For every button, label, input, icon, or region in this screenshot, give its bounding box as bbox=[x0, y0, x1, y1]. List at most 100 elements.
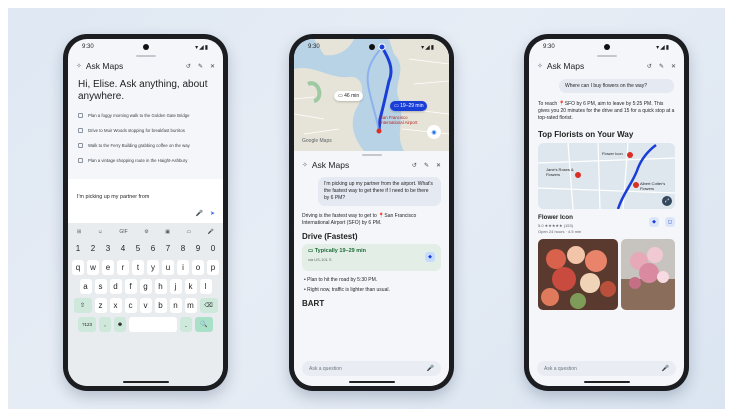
directions-icon[interactable]: ◆ bbox=[649, 217, 659, 227]
phone-1: 9:30 ▾◢▮ ✧ Ask Maps ↺ ✎ ✕ Hi, Elise. Ask… bbox=[63, 34, 228, 391]
key[interactable]: e bbox=[102, 260, 114, 275]
map-label[interactable]: Jane's Roses & Flowers bbox=[546, 167, 576, 177]
map-label[interactable]: Flower Icon bbox=[602, 151, 623, 156]
key[interactable]: 5 bbox=[132, 241, 144, 256]
car-icon: ▭ bbox=[308, 248, 315, 254]
florist-map[interactable]: Flower Icon Jane's Roses & Flowers Alber… bbox=[538, 143, 675, 209]
translate-icon[interactable]: ▭ bbox=[186, 229, 191, 235]
key[interactable]: 8 bbox=[177, 241, 189, 256]
emoji-key[interactable]: ☻ bbox=[114, 317, 126, 332]
settings-icon[interactable]: ⚙ bbox=[144, 229, 148, 235]
key[interactable]: m bbox=[184, 298, 197, 313]
key[interactable]: z bbox=[94, 298, 107, 313]
clipboard-icon[interactable]: ▣ bbox=[165, 229, 170, 235]
alt-route-chip[interactable]: ▭ 46 min bbox=[334, 91, 364, 101]
map-label[interactable]: Albert Cotter's Flowers bbox=[640, 181, 672, 191]
gif-icon[interactable]: GIF bbox=[119, 229, 127, 235]
suggestion-item[interactable]: Plan a vintage shopping route in the Hai… bbox=[68, 154, 223, 166]
key[interactable]: c bbox=[124, 298, 137, 313]
key[interactable]: g bbox=[139, 279, 152, 294]
close-icon[interactable]: ✕ bbox=[671, 63, 676, 70]
map-view[interactable]: ▭ 46 min ▭ 19–29 min San Francisco Inter… bbox=[294, 39, 449, 151]
home-indicator[interactable] bbox=[122, 381, 169, 383]
key[interactable]: 3 bbox=[102, 241, 114, 256]
suggestion-item[interactable]: Drive to Muir Woods stopping for breakfa… bbox=[68, 124, 223, 136]
key[interactable]: u bbox=[162, 260, 174, 275]
suggestion-icon bbox=[78, 142, 83, 148]
backspace-key[interactable]: ⌫ bbox=[199, 298, 218, 313]
keyboard-toolbar: ⊞ ☺ GIF ⚙ ▣ ▭ 🎤 bbox=[72, 226, 219, 237]
place-card[interactable]: Flower Icon 5.0 ★★★★★ (153) Open 24 hour… bbox=[529, 209, 684, 234]
key[interactable]: 9 bbox=[192, 241, 204, 256]
history-icon[interactable]: ↺ bbox=[186, 63, 191, 70]
new-chat-icon[interactable]: ✎ bbox=[198, 63, 203, 70]
space-key[interactable] bbox=[129, 317, 177, 332]
key[interactable]: 2 bbox=[87, 241, 99, 256]
key[interactable]: p bbox=[207, 260, 219, 275]
suggestion-item[interactable]: Plan a foggy morning walk to the Golden … bbox=[68, 109, 223, 121]
florist-photo[interactable] bbox=[538, 239, 618, 310]
key[interactable]: 6 bbox=[147, 241, 159, 256]
message-input[interactable]: I'm picking up my partner from 🎤 ➤ bbox=[68, 179, 223, 223]
key[interactable]: a bbox=[79, 279, 92, 294]
apps-grid-icon[interactable]: ⊞ bbox=[77, 229, 81, 235]
comma-key[interactable]: , bbox=[99, 317, 111, 332]
mic-icon[interactable]: 🎤 bbox=[196, 210, 203, 217]
key[interactable]: v bbox=[139, 298, 152, 313]
key[interactable]: t bbox=[132, 260, 144, 275]
key[interactable]: 1 bbox=[72, 241, 84, 256]
key[interactable]: l bbox=[199, 279, 212, 294]
route-card[interactable]: ▭ Typically 19–29 min via US-101 S ◆ bbox=[302, 244, 441, 271]
key[interactable]: d bbox=[109, 279, 122, 294]
key[interactable]: 0 bbox=[207, 241, 219, 256]
key[interactable]: x bbox=[109, 298, 122, 313]
florist-photo[interactable] bbox=[621, 239, 675, 310]
close-icon[interactable]: ✕ bbox=[210, 63, 215, 70]
home-indicator[interactable] bbox=[348, 381, 395, 383]
navigate-icon[interactable]: ◆ bbox=[425, 252, 435, 262]
mic-icon[interactable]: 🎤 bbox=[427, 365, 434, 372]
search-key[interactable]: 🔍 bbox=[195, 317, 213, 332]
key[interactable]: i bbox=[177, 260, 189, 275]
history-icon[interactable]: ↺ bbox=[412, 162, 417, 169]
my-location-icon[interactable]: ◉ bbox=[427, 125, 441, 139]
letter-row-2: a s d f g h j k l bbox=[72, 279, 219, 294]
new-chat-icon[interactable]: ✎ bbox=[659, 63, 664, 70]
key[interactable]: f bbox=[124, 279, 137, 294]
send-icon[interactable]: ➤ bbox=[210, 210, 215, 217]
symbols-key[interactable]: ?123 bbox=[78, 317, 96, 332]
key[interactable]: o bbox=[192, 260, 204, 275]
key[interactable]: k bbox=[184, 279, 197, 294]
key[interactable]: 4 bbox=[117, 241, 129, 256]
close-icon[interactable]: ✕ bbox=[436, 162, 441, 169]
voice-icon[interactable]: 🎤 bbox=[208, 229, 214, 235]
airport-label[interactable]: San Francisco International Airport bbox=[380, 115, 418, 125]
ask-maps-sheet: ✧ Ask Maps ↺ ✎ ✕ I'm picking up my partn… bbox=[294, 151, 449, 386]
sticker-icon[interactable]: ☺ bbox=[98, 229, 103, 235]
mic-icon[interactable]: 🎤 bbox=[662, 365, 669, 372]
key[interactable]: q bbox=[72, 260, 84, 275]
shift-key[interactable]: ⇧ bbox=[73, 298, 92, 313]
key[interactable]: h bbox=[154, 279, 167, 294]
key[interactable]: r bbox=[117, 260, 129, 275]
save-icon[interactable]: ◻ bbox=[665, 217, 675, 227]
ask-question-input[interactable]: Ask a question 🎤 bbox=[537, 361, 676, 376]
key[interactable]: j bbox=[169, 279, 182, 294]
suggestion-item[interactable]: Walk to the Ferry Building grabbing coff… bbox=[68, 139, 223, 151]
selected-route-chip[interactable]: ▭ 19–29 min bbox=[390, 101, 428, 111]
key[interactable]: b bbox=[154, 298, 167, 313]
bart-heading: BART bbox=[302, 299, 325, 308]
home-indicator[interactable] bbox=[583, 381, 630, 383]
key[interactable]: n bbox=[169, 298, 182, 313]
list-item: • Plan to hit the road by 5:30 PM. bbox=[304, 277, 378, 283]
key[interactable]: y bbox=[147, 260, 159, 275]
ask-question-input[interactable]: Ask a question 🎤 bbox=[302, 361, 441, 376]
expand-map-icon[interactable]: ⤢ bbox=[662, 196, 672, 206]
period-key[interactable]: . bbox=[180, 317, 192, 332]
key[interactable]: s bbox=[94, 279, 107, 294]
new-chat-icon[interactable]: ✎ bbox=[424, 162, 429, 169]
history-icon[interactable]: ↺ bbox=[647, 63, 652, 70]
key[interactable]: 7 bbox=[162, 241, 174, 256]
front-camera bbox=[142, 44, 149, 50]
key[interactable]: w bbox=[87, 260, 99, 275]
